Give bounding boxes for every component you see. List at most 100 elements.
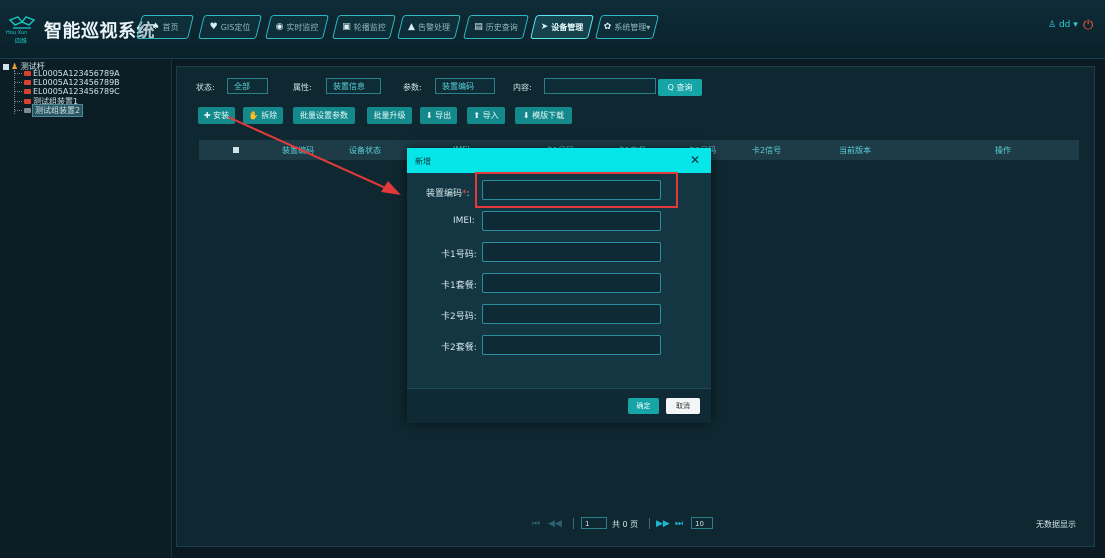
status-select[interactable]: 全部	[227, 78, 268, 94]
tree-item-label: 测试组装置2	[31, 104, 84, 117]
no-data-text: 无数据显示	[1036, 520, 1076, 529]
top-header: Hou Xun 四维 智能巡视系统 ♠ 首页 ♥ GIS定位 ◉ 实时监控 ▣ 轮播监控…	[0, 0, 1105, 59]
location-pin-icon: ♥	[209, 22, 218, 32]
tab-history[interactable]: ▤ 历史查询	[463, 15, 529, 39]
template-download-button[interactable]: ⬇ 模版下载	[515, 107, 572, 124]
logo-mark-icon	[9, 16, 35, 29]
user-icon: ♙	[1048, 20, 1057, 30]
page-input[interactable]: 1	[581, 517, 607, 529]
alarm-icon: ▲	[408, 22, 415, 32]
user-label: dd ▾	[1058, 20, 1078, 30]
col-header-ops: 操作	[995, 146, 1011, 155]
tab-label: 告警处理	[417, 22, 450, 32]
logo-cn: 四维	[15, 38, 28, 45]
status-label: 状态:	[196, 83, 215, 92]
batch-params-button[interactable]: 批量设置参数	[293, 107, 355, 124]
col-header-code: 装置编码	[282, 146, 314, 155]
close-icon[interactable]: ✕	[690, 153, 700, 167]
device-icon: ➤	[540, 22, 549, 32]
attr-label: 属性:	[293, 83, 312, 92]
add-device-dialog: 新增 ✕ 装置编码*: IMEI: 卡1号码: 卡1套餐: 卡2号码: 卡2套餐…	[407, 148, 711, 423]
device-tree: ♟ 测试杆 EL0005A123456789A EL0005A123456789…	[0, 59, 172, 558]
card1-plan-label: 卡1套餐:	[441, 281, 477, 291]
field-label: 装置编码	[426, 189, 463, 199]
device-code-label: 装置编码*:	[426, 186, 470, 199]
batch-upgrade-button[interactable]: 批量升级	[367, 107, 412, 124]
tab-label: GIS定位	[220, 22, 251, 32]
param-select[interactable]: 装置编码	[435, 78, 495, 94]
camera-icon: ◉	[275, 22, 284, 32]
col-header-version: 当前版本	[839, 146, 871, 155]
device-offline-icon	[24, 89, 31, 94]
tab-gis[interactable]: ♥ GIS定位	[198, 15, 262, 39]
import-button[interactable]: ⬆ 导入	[467, 107, 505, 124]
next-page-icon[interactable]: ▶▶	[656, 519, 670, 529]
home-icon: ♠	[151, 22, 160, 32]
tab-label: 轮播监控	[353, 22, 386, 32]
attr-select[interactable]: 装置信息	[326, 78, 381, 94]
device-offline-icon	[24, 71, 31, 76]
card2-number-label: 卡2号码:	[441, 312, 477, 322]
device-icon	[24, 108, 31, 113]
tree-item-selected[interactable]: 测试组装置2	[15, 104, 84, 117]
cancel-button[interactable]: 取消	[666, 398, 700, 414]
dialog-footer: 确定 取消	[407, 388, 711, 423]
page-size-input[interactable]: 10	[691, 517, 713, 529]
tab-device-management[interactable]: ➤ 设备管理	[530, 15, 594, 39]
tab-label: 历史查询	[485, 22, 518, 32]
device-offline-icon	[24, 80, 31, 85]
device-offline-icon	[24, 99, 31, 104]
history-icon: ▤	[474, 22, 483, 32]
pager-divider	[649, 518, 650, 529]
col-header-state: 设备状态	[349, 146, 381, 155]
tree-item[interactable]: EL0005A123456789C	[15, 87, 120, 96]
imei-label: IMEI:	[453, 216, 475, 226]
tab-home[interactable]: ♠ 首页	[136, 15, 194, 39]
tree-item-label: EL0005A123456789C	[33, 87, 120, 96]
tree-item[interactable]: EL0005A123456789B	[15, 78, 120, 87]
tab-label: 首页	[162, 22, 179, 32]
tab-label: 系统管理▾	[614, 22, 651, 32]
remove-button[interactable]: ✋ 拆除	[243, 107, 283, 124]
export-button[interactable]: ⬇ 导出	[420, 107, 457, 124]
dialog-header: 新增 ✕	[407, 148, 711, 173]
tree-item[interactable]: EL0005A123456789A	[15, 69, 120, 78]
tab-label: 设备管理	[551, 22, 584, 32]
dialog-title: 新增	[415, 157, 431, 166]
tree-item-label: EL0005A123456789A	[33, 69, 120, 78]
col-header-signal: 卡2信号	[752, 146, 782, 155]
install-button[interactable]: ✚ 安装	[198, 107, 235, 124]
first-page-icon[interactable]: ⏮	[532, 519, 540, 529]
card1-plan-input[interactable]	[482, 273, 661, 293]
card2-plan-input[interactable]	[482, 335, 661, 355]
wave-icon: ▣	[342, 22, 351, 32]
search-button[interactable]: Q 查询	[658, 79, 702, 96]
collapse-icon[interactable]	[3, 63, 9, 70]
confirm-button[interactable]: 确定	[628, 398, 659, 414]
select-all-checkbox[interactable]	[233, 147, 239, 153]
content-input[interactable]	[544, 78, 656, 94]
total-pages: 共 0 页	[612, 520, 639, 529]
annotation-highlight-box	[475, 172, 678, 208]
tab-carousel-monitor[interactable]: ▣ 轮播监控	[332, 15, 396, 39]
logo: Hou Xun 四维	[6, 14, 38, 45]
tab-label: 实时监控	[286, 22, 319, 32]
card1-number-label: 卡1号码:	[441, 250, 477, 260]
user-menu[interactable]: ♙ dd ▾	[1048, 20, 1078, 30]
card2-number-input[interactable]	[482, 304, 661, 324]
param-label: 参数:	[403, 83, 422, 92]
imei-input[interactable]	[482, 211, 661, 231]
last-page-icon[interactable]: ⏭	[675, 519, 683, 529]
card1-number-input[interactable]	[482, 242, 661, 262]
tab-system-management[interactable]: ✿ 系统管理▾	[595, 15, 659, 39]
tab-live-monitor[interactable]: ◉ 实时监控	[265, 15, 329, 39]
card2-plan-label: 卡2套餐:	[441, 343, 477, 353]
content-label: 内容:	[513, 83, 532, 92]
field-colon: :	[466, 189, 470, 199]
power-icon[interactable]: ⏻	[1083, 18, 1093, 33]
pager-divider	[573, 518, 574, 529]
settings-icon: ✿	[603, 22, 612, 32]
tree-item-label: EL0005A123456789B	[33, 78, 120, 87]
prev-page-icon[interactable]: ◀◀	[548, 519, 562, 529]
tab-alarm[interactable]: ▲ 告警处理	[397, 15, 461, 39]
